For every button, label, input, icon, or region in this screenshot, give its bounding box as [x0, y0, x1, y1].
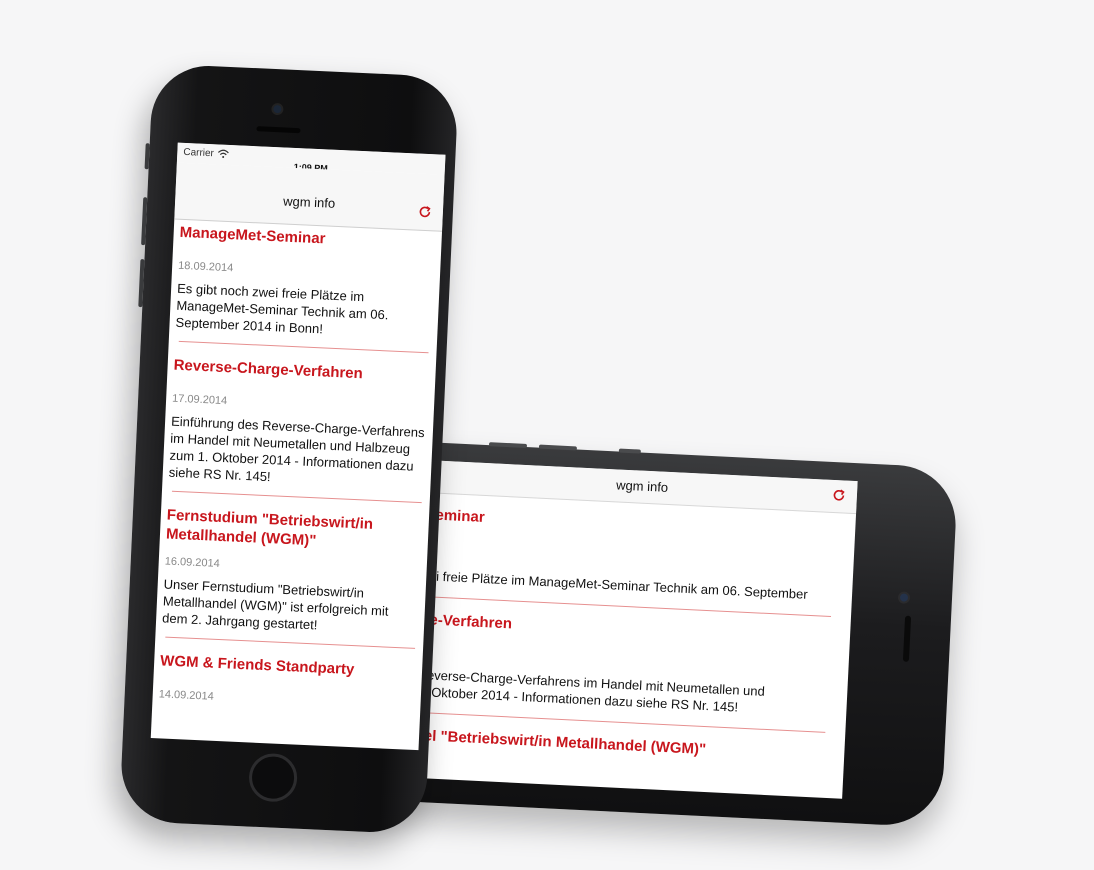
news-title: Fernstudium "Betriebswirt/in Metallhande…: [165, 506, 374, 550]
camera-icon: [899, 593, 909, 602]
volume-up-button: [141, 197, 148, 246]
news-date: 18.09.2014: [177, 259, 234, 275]
news-list: ManageMet-Seminar 18.09.2014 Es gibt noc…: [152, 219, 442, 713]
news-title: ge-Verfahren: [419, 610, 513, 633]
volume-button: [488, 442, 528, 448]
news-title: WGM & Friends Standparty: [159, 652, 355, 679]
list-item[interactable]: Reverse-Charge-Verfahren 17.09.2014 Einf…: [162, 355, 436, 504]
product-scene: wgm info Seminar vei freie Plätze im Man…: [0, 0, 1094, 870]
news-text: Es gibt noch zwei freie Plätze im Manage…: [175, 280, 389, 337]
list-item[interactable]: del "Betriebswirt/in Metallhandel (WGM)": [414, 727, 844, 765]
separator: [171, 490, 422, 504]
volume-down-button: [138, 259, 145, 308]
app-title: wgm info: [282, 193, 336, 211]
landscape-screen: wgm info Seminar vei freie Plätze im Man…: [412, 460, 858, 799]
wifi-icon: [217, 149, 229, 159]
news-title: del "Betriebswirt/in Metallhandel (WGM)": [414, 726, 707, 759]
news-title: Reverse-Charge-Verfahren: [173, 356, 364, 383]
home-button[interactable]: [248, 752, 299, 803]
separator: [165, 636, 416, 649]
refresh-icon[interactable]: [417, 204, 434, 221]
front-camera-icon: [273, 104, 282, 114]
refresh-icon[interactable]: [831, 487, 848, 504]
news-text: Unser Fernstudium "Betriebswirt/in Metal…: [161, 576, 389, 633]
portrait-phone: Carrier 1:09 PM wgm info ManageMet-Semin…: [118, 63, 460, 835]
news-title: Seminar: [425, 506, 486, 526]
list-item[interactable]: ge-Verfahren Reverse-Charge-Verfahrens i…: [415, 610, 850, 734]
mute-switch: [618, 448, 641, 454]
separator: [178, 340, 429, 354]
news-date: 16.09.2014: [164, 555, 221, 570]
list-item[interactable]: WGM & Friends Standparty 14.09.2014: [152, 651, 422, 712]
mute-switch: [144, 143, 150, 170]
volume-button: [538, 444, 578, 451]
news-date: 17.09.2014: [171, 392, 228, 408]
landscape-news-list: Seminar vei freie Plätze im ManageMet-Se…: [414, 492, 856, 765]
speaker-grille: [902, 615, 912, 662]
list-item[interactable]: Seminar vei freie Plätze im ManageMet-Se…: [421, 506, 855, 618]
list-item[interactable]: Fernstudium "Betriebswirt/in Metallhande…: [155, 505, 429, 649]
news-text: Reverse-Charge-Verfahrens im Handel mit …: [416, 666, 766, 715]
earpiece: [256, 126, 301, 134]
portrait-screen: Carrier 1:09 PM wgm info ManageMet-Semin…: [150, 142, 446, 751]
list-item[interactable]: ManageMet-Seminar 18.09.2014 Es gibt noc…: [169, 223, 442, 354]
news-text: Einführung des Reverse-Charge-Verfahrens…: [168, 413, 425, 485]
news-date: 14.09.2014: [158, 688, 215, 703]
